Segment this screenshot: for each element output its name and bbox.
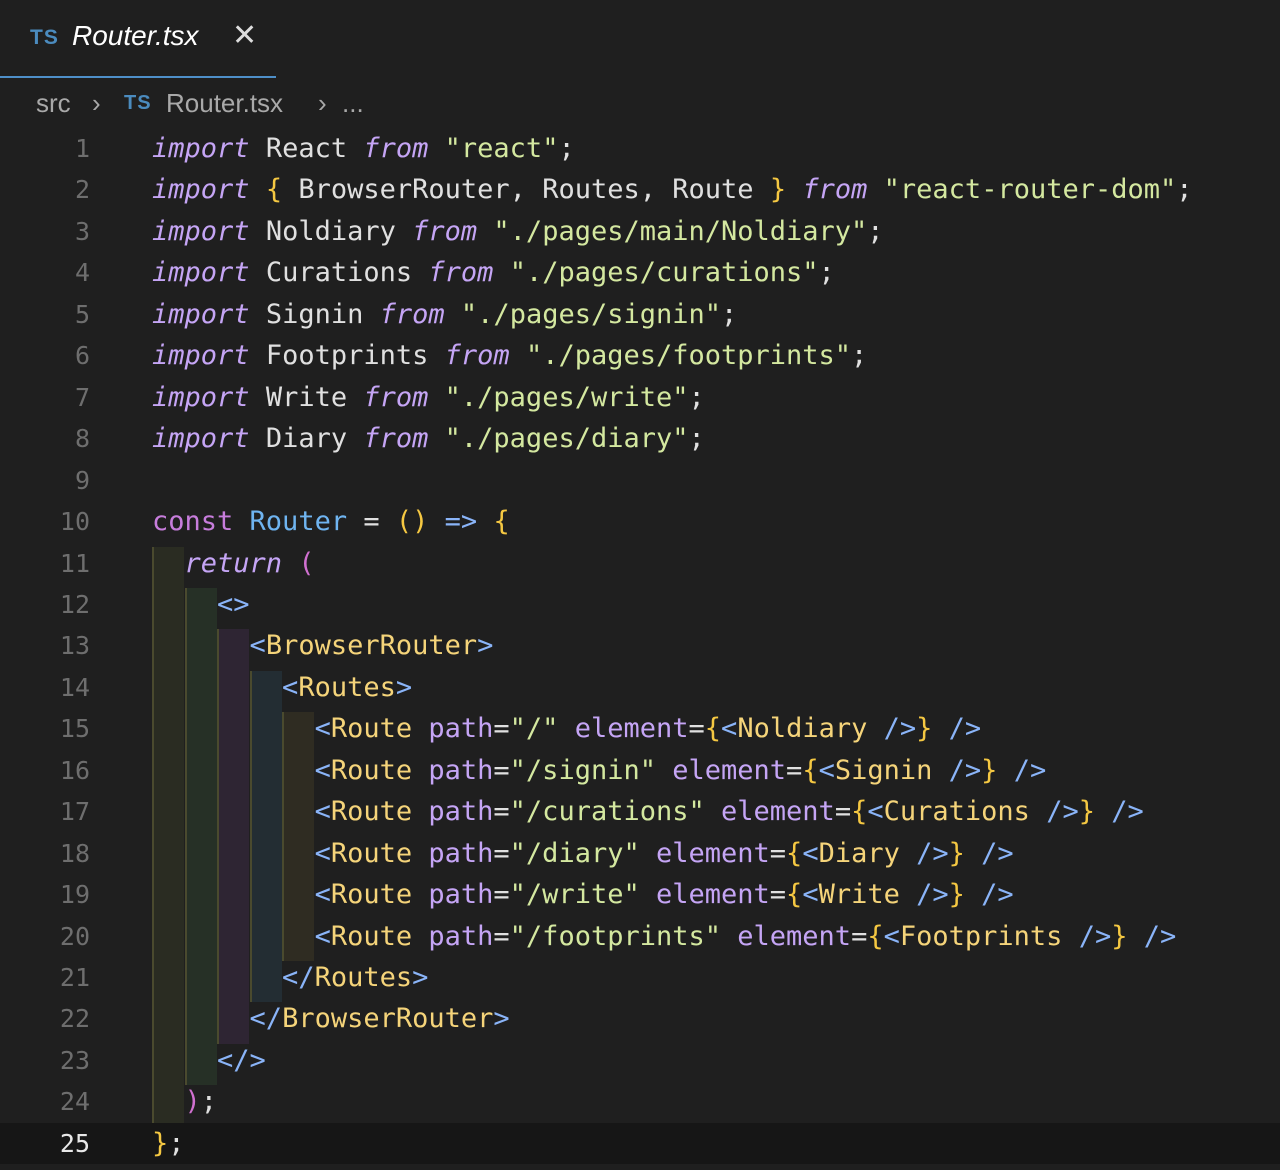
code-line[interactable]: 7 import Write from "./pages/write"; (0, 377, 1280, 418)
code-editor[interactable]: 1 import React from "react"; 2 import { Bro… (0, 128, 1280, 1170)
breadcrumb-more[interactable]: ... (342, 88, 364, 119)
code-line[interactable]: 12 <> (0, 584, 1280, 625)
line-number: 15 (59, 714, 90, 744)
code-line[interactable]: 6 import Footprints from "./pages/footpri… (0, 335, 1280, 376)
line-number: 17 (59, 797, 90, 827)
breadcrumb-folder-src[interactable]: src (36, 88, 71, 119)
code-text: <Route path="/footprints" element={<Foot… (314, 920, 1177, 952)
line-number: 23 (59, 1045, 90, 1075)
code-line[interactable]: 9 (0, 460, 1280, 501)
code-text: import Signin from "./pages/signin"; (152, 298, 738, 330)
chevron-right-icon: › (318, 88, 327, 118)
line-number: 4 (74, 258, 90, 288)
line-number: 22 (59, 1004, 90, 1034)
line-number: 8 (74, 424, 90, 454)
code-line[interactable]: 16 <Route path="/signin" element={<Signi… (0, 750, 1280, 791)
code-text: <BrowserRouter> (249, 630, 494, 662)
code-text: </> (217, 1044, 266, 1076)
code-line[interactable]: 22 </BrowserRouter> (0, 998, 1280, 1039)
close-icon[interactable]: ✕ (232, 18, 257, 53)
line-number: 14 (59, 672, 90, 702)
code-line[interactable]: 1 import React from "react"; (0, 128, 1280, 169)
code-text: const Router = () => { (152, 506, 510, 538)
code-text: </Routes> (282, 962, 429, 993)
breadcrumb-file[interactable]: Router.tsx (166, 88, 283, 119)
editor-tab-router[interactable]: TS Router.tsx ✕ (0, 0, 276, 78)
code-line[interactable]: 8 import Diary from "./pages/diary"; (0, 418, 1280, 459)
code-line[interactable]: 14 <Routes> (0, 667, 1280, 708)
code-text: import React from "react"; (152, 133, 575, 164)
typescript-file-icon: TS (30, 26, 59, 49)
code-line[interactable]: 23 </> (0, 1040, 1280, 1081)
code-line[interactable]: 4 import Curations from "./pages/curation… (0, 252, 1280, 293)
line-number: 3 (74, 216, 90, 246)
code-text: import Curations from "./pages/curations… (152, 257, 835, 289)
code-text: <> (217, 588, 250, 620)
code-text: import Write from "./pages/write"; (152, 381, 705, 413)
code-line[interactable]: 18 <Route path="/diary" element={<Diary … (0, 833, 1280, 874)
code-line[interactable]: 11 return ( (0, 543, 1280, 584)
tab-bar: TS Router.tsx ✕ (0, 0, 1280, 78)
code-line[interactable]: 25}; (0, 1122, 1280, 1165)
code-line[interactable]: 19 <Route path="/write" element={<Write … (0, 874, 1280, 915)
line-number: 7 (74, 382, 90, 412)
line-number: 9 (74, 465, 90, 495)
code-text: <Route path="/curations" element={<Curat… (314, 796, 1144, 828)
line-number: 16 (59, 755, 90, 785)
line-number: 6 (74, 341, 90, 371)
code-text: <Route path="/" element={<Noldiary />} /… (314, 713, 982, 745)
code-line[interactable]: 15 <Route path="/" element={<Noldiary />… (0, 708, 1280, 749)
code-line[interactable]: 10 const Router = () => { (0, 501, 1280, 542)
code-text: ); (184, 1086, 218, 1118)
code-text: <Routes> (282, 671, 413, 703)
line-number: 2 (74, 175, 90, 205)
line-number: 12 (59, 589, 90, 619)
code-text: import Noldiary from "./pages/main/Noldi… (152, 215, 884, 247)
code-line[interactable]: 13 <BrowserRouter> (0, 625, 1280, 666)
code-text: <Route path="/signin" element={<Signin /… (314, 754, 1047, 786)
line-number: 21 (59, 963, 90, 992)
line-number: 13 (59, 631, 90, 661)
line-number: 20 (59, 921, 90, 951)
code-text: <Route path="/diary" element={<Diary />}… (314, 837, 1014, 869)
line-number: 1 (74, 134, 90, 163)
line-number: 5 (74, 299, 90, 329)
code-text: </BrowserRouter> (249, 1003, 510, 1035)
code-line[interactable]: 17 <Route path="/curations" element={<Cu… (0, 791, 1280, 832)
line-number: 19 (59, 880, 90, 910)
code-text: import Footprints from "./pages/footprin… (152, 340, 868, 372)
chevron-right-icon: › (92, 88, 101, 118)
code-line[interactable]: 24 ); (0, 1081, 1280, 1122)
line-number: 25 (59, 1128, 90, 1158)
code-text: <Route path="/write" element={<Write />}… (314, 879, 1014, 911)
breadcrumb: src › TS Router.tsx › ... (0, 80, 1280, 128)
line-number: 11 (59, 548, 90, 578)
code-line[interactable]: 5 import Signin from "./pages/signin"; (0, 294, 1280, 335)
code-text: }; (152, 1127, 185, 1159)
line-number: 18 (59, 838, 90, 868)
code-text: return ( (184, 547, 315, 579)
code-text: import { BrowserRouter, Routes, Route } … (152, 174, 1193, 206)
code-line[interactable]: 2 import { BrowserRouter, Routes, Route }… (0, 169, 1280, 210)
line-number: 24 (59, 1087, 90, 1117)
line-number: 10 (59, 507, 90, 537)
typescript-file-icon: TS (124, 92, 152, 114)
code-text: import Diary from "./pages/diary"; (152, 423, 705, 455)
code-line[interactable]: 20 <Route path="/footprints" element={<F… (0, 916, 1280, 957)
code-line[interactable]: 21 </Routes> (0, 957, 1280, 998)
code-line[interactable]: 3 import Noldiary from "./pages/main/Nold… (0, 211, 1280, 252)
tab-filename: Router.tsx (72, 20, 199, 51)
